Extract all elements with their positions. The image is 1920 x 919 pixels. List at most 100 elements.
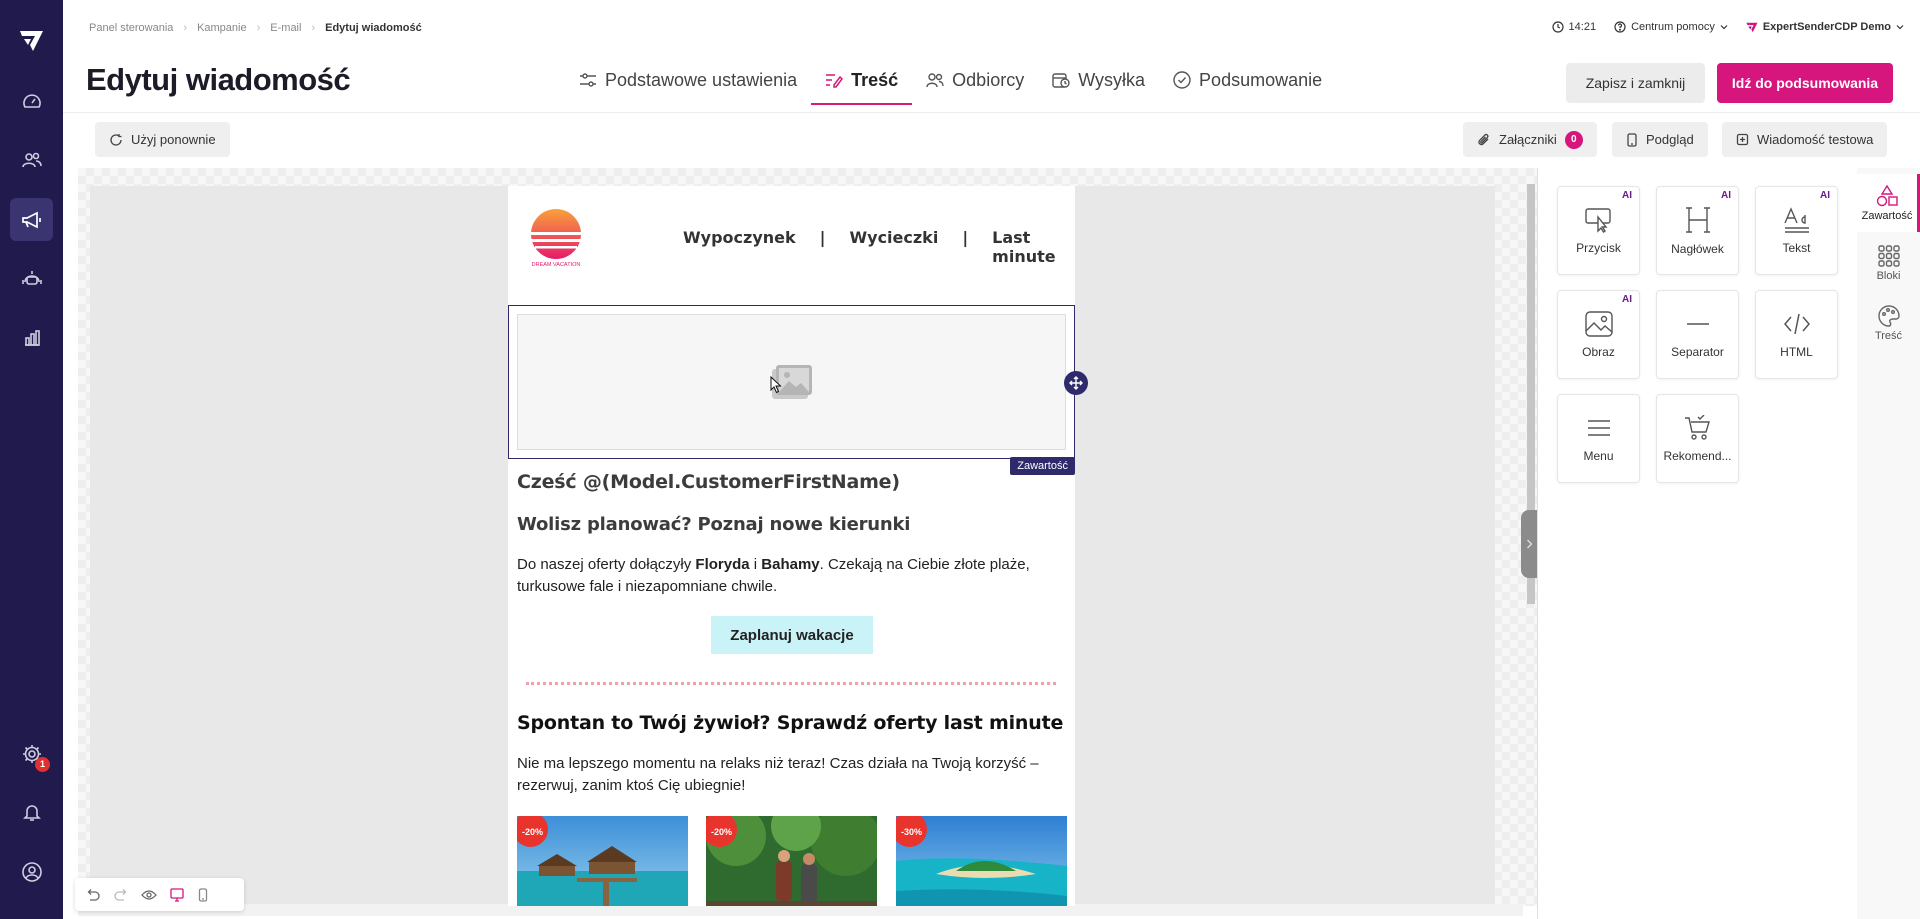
panel-tabs: Zawartość Bloki Treść [1857, 168, 1920, 919]
nav-automation[interactable] [10, 256, 53, 299]
top-right-info: 14:21 Centrum pomocy ExpertSenderCDP Dem… [1551, 21, 1904, 33]
offer-image[interactable]: -20% [706, 816, 877, 906]
account-menu[interactable]: ExpertSenderCDP Demo [1746, 21, 1904, 33]
collapse-panel-handle[interactable] [1521, 510, 1537, 578]
wizard-steps: Podstawowe ustawienia Treść Odbiorcy Wys… [565, 68, 1336, 112]
heading-new-destinations[interactable]: Wolisz planować? Poznaj nowe kierunki [517, 514, 910, 535]
offer-image[interactable]: -30% [896, 816, 1067, 906]
nav-link-wypoczynek[interactable]: Wypoczynek [683, 228, 796, 266]
step-basic-settings[interactable]: Podstawowe ustawienia [565, 58, 811, 102]
clock: 14:21 [1551, 21, 1597, 33]
tile-menu[interactable]: Menu [1557, 394, 1640, 483]
nav-profile[interactable] [10, 850, 53, 893]
tile-heading[interactable]: AI Nagłówek [1656, 186, 1739, 275]
breadcrumb-item[interactable]: E-mail [270, 22, 301, 34]
tab-styles[interactable]: Treść [1857, 294, 1920, 352]
email-nav: Wypoczynek | Wycieczki | Last minute [683, 228, 1075, 266]
bell-icon [22, 802, 42, 822]
test-send-icon [1736, 133, 1749, 146]
breadcrumb-item[interactable]: Panel sterowania [89, 22, 173, 34]
tile-label: Tekst [1782, 240, 1811, 255]
nav-divider: | [819, 228, 826, 247]
menu-icon [1585, 415, 1613, 441]
attachments-button[interactable]: Załączniki 0 [1463, 122, 1597, 157]
grid-icon [1877, 244, 1900, 267]
ai-badge: AI [1622, 190, 1632, 201]
time-text: 14:21 [1568, 21, 1597, 33]
attachments-label: Załączniki [1499, 132, 1557, 147]
help-menu[interactable]: Centrum pomocy [1614, 21, 1728, 33]
test-message-button[interactable]: Wiadomość testowa [1722, 122, 1888, 157]
nav-contacts[interactable] [10, 138, 53, 181]
tile-separator[interactable]: Separator [1656, 290, 1739, 379]
calendar-clock-icon [1052, 72, 1070, 88]
preview-label: Podgląd [1646, 132, 1694, 147]
mobile-view-icon[interactable] [197, 887, 209, 902]
account-name: ExpertSenderCDP Demo [1762, 21, 1891, 33]
tile-button[interactable]: AI Przycisk [1557, 186, 1640, 275]
desktop-view-icon[interactable] [169, 887, 185, 902]
text-run: Do naszej oferty dołączyły [517, 556, 696, 573]
dream-vacation-logo[interactable]: DREAM VACATION [524, 208, 588, 268]
test-message-label: Wiadomość testowa [1757, 132, 1874, 147]
left-navigation: 1 [0, 0, 63, 919]
shapes-icon [1876, 184, 1898, 207]
reuse-button[interactable]: Użyj ponownie [95, 122, 230, 157]
tab-blocks[interactable]: Bloki [1857, 234, 1920, 292]
ai-badge: AI [1622, 294, 1632, 305]
offer-image[interactable]: -20% [517, 816, 688, 906]
step-sending[interactable]: Wysyłka [1038, 58, 1159, 102]
step-label: Treść [851, 69, 899, 90]
tile-recommendations[interactable]: Rekomend... [1656, 394, 1739, 483]
paragraph-last-minute[interactable]: Nie ma lepszego momentu na relaks niż te… [517, 753, 1057, 797]
nav-analytics[interactable] [10, 316, 53, 359]
move-handle[interactable] [1064, 371, 1088, 395]
megaphone-icon [21, 210, 43, 230]
tile-html[interactable]: HTML [1755, 290, 1838, 379]
breadcrumb-item[interactable]: Kampanie [197, 22, 247, 34]
settings-badge: 1 [35, 757, 50, 772]
nav-link-last-minute[interactable]: Last minute [992, 228, 1075, 266]
nav-dashboard[interactable] [10, 80, 53, 123]
tile-label: Menu [1583, 448, 1614, 463]
eye-icon[interactable] [141, 889, 157, 901]
tile-label: Obraz [1582, 344, 1615, 359]
edit-lines-icon [825, 72, 844, 88]
nav-settings[interactable]: 1 [10, 732, 53, 775]
attachments-count: 0 [1564, 130, 1583, 149]
go-to-summary-button[interactable]: Idź do podsumowania [1717, 63, 1893, 103]
step-summary[interactable]: Podsumowanie [1159, 58, 1336, 102]
redo-icon[interactable] [113, 888, 129, 902]
heading-last-minute[interactable]: Spontan to Twój żywioł? Sprawdź oferty l… [517, 712, 1063, 734]
reuse-label: Użyj ponownie [131, 132, 216, 147]
gauge-icon [22, 92, 42, 112]
breadcrumb: Panel sterowania › Kampanie › E-mail › E… [89, 22, 422, 34]
nav-link-wycieczki[interactable]: Wycieczki [849, 228, 938, 266]
text-run: i [749, 556, 762, 573]
ai-badge: AI [1820, 190, 1830, 201]
app-logo[interactable] [19, 30, 44, 52]
chevron-right-icon: › [256, 22, 261, 34]
undo-icon[interactable] [85, 888, 101, 902]
tile-text[interactable]: AI Tekst [1755, 186, 1838, 275]
save-and-close-button[interactable]: Zapisz i zamknij [1566, 63, 1705, 103]
step-content[interactable]: Treść [811, 58, 913, 105]
chevron-right-icon: › [311, 22, 316, 34]
paragraph-new-destinations[interactable]: Do naszej oferty dołączyły Floryda i Bah… [517, 554, 1057, 598]
selected-image-block[interactable]: Zawartość [508, 305, 1075, 475]
image-placeholder[interactable] [517, 314, 1066, 450]
step-recipients[interactable]: Odbiorcy [912, 58, 1038, 102]
nav-notifications[interactable] [10, 790, 53, 833]
heading-icon [1685, 206, 1711, 234]
greeting[interactable]: Cześć @(Model.CustomerFirstName) [517, 471, 900, 493]
plan-vacation-button[interactable]: Zaplanuj wakacje [711, 616, 873, 654]
page-title: Edytuj wiadomość [86, 62, 351, 97]
tile-label: Rekomend... [1663, 448, 1732, 463]
step-label: Podstawowe ustawienia [605, 69, 798, 90]
block-tag-label: Zawartość [1010, 457, 1075, 475]
separator-icon [1684, 311, 1712, 337]
nav-campaigns[interactable] [10, 198, 53, 241]
tile-image[interactable]: AI Obraz [1557, 290, 1640, 379]
tab-content[interactable]: Zawartość [1857, 174, 1920, 232]
preview-button[interactable]: Podgląd [1612, 122, 1708, 157]
